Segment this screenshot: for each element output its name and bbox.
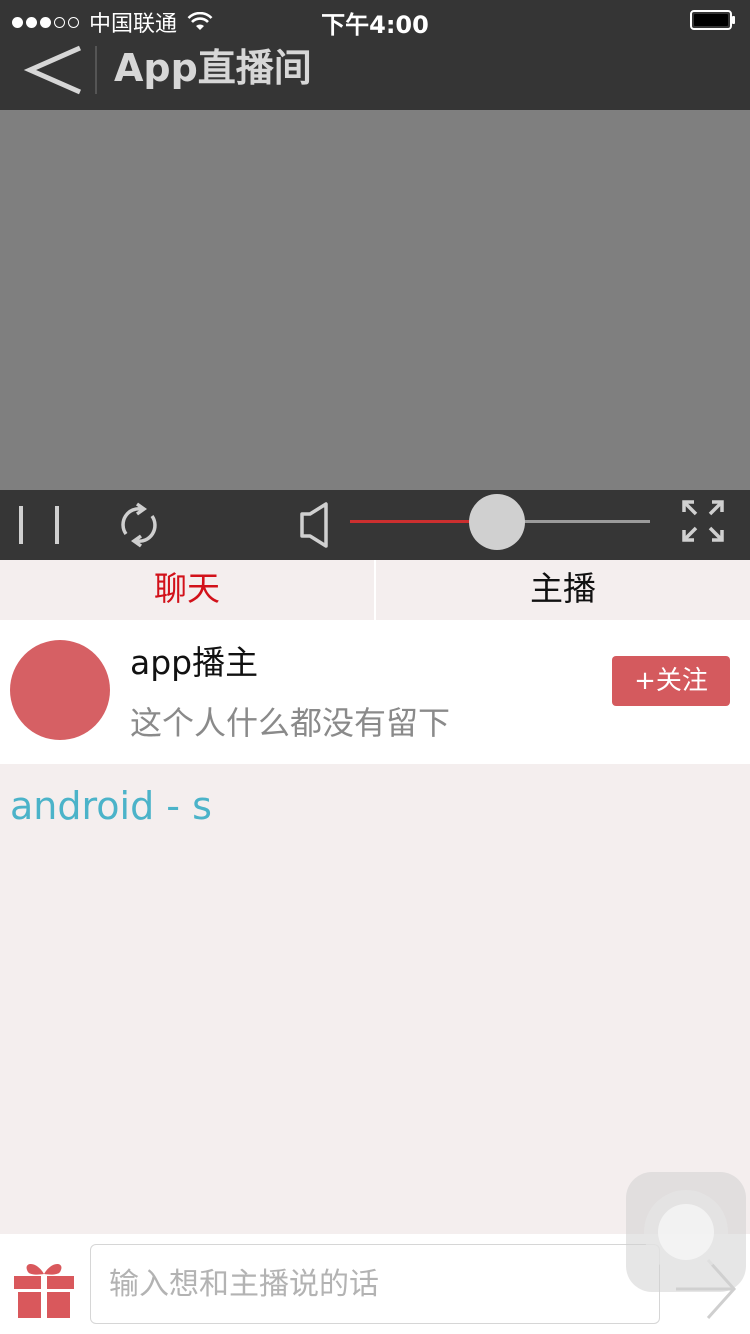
- back-button[interactable]: [18, 40, 90, 100]
- status-time: 下午4:00: [321, 11, 429, 39]
- header-divider: [95, 46, 97, 94]
- gift-icon: [14, 1264, 74, 1318]
- page-title: App直播间: [114, 46, 312, 90]
- host-name: app播主: [130, 643, 259, 682]
- slider-thumb[interactable]: [469, 494, 525, 550]
- pause-button[interactable]: [14, 502, 66, 548]
- speaker-icon: [300, 502, 328, 548]
- assistive-touch-button[interactable]: [626, 1172, 746, 1292]
- player-controls: [0, 490, 750, 560]
- fullscreen-icon: [682, 500, 724, 542]
- pause-icon: [19, 506, 59, 544]
- chevron-left-icon: [23, 45, 82, 95]
- video-player[interactable]: [0, 110, 750, 490]
- fullscreen-button[interactable]: [680, 498, 726, 544]
- gift-button[interactable]: [12, 1256, 76, 1320]
- host-card: app播主 这个人什么都没有留下 +关注: [0, 620, 750, 764]
- battery-icon: [690, 10, 735, 30]
- chat-message: android - s: [10, 784, 212, 828]
- chat-input[interactable]: [90, 1244, 660, 1324]
- host-bio: 这个人什么都没有留下: [130, 704, 451, 742]
- live-room-screen: 中国联通 下午4:00 App直播间 聊天 主播 app播主 这个人什么都没有留…: [0, 0, 750, 1334]
- tab-bar: 聊天 主播: [0, 560, 750, 620]
- chat-list[interactable]: android - s: [0, 764, 750, 1234]
- follow-button[interactable]: +关注: [612, 656, 730, 706]
- refresh-button[interactable]: [112, 500, 166, 550]
- header: App直播间: [0, 40, 750, 110]
- volume-slider[interactable]: [350, 490, 650, 560]
- refresh-icon: [121, 502, 157, 548]
- assistive-touch-center: [658, 1204, 714, 1260]
- status-bar: 中国联通 下午4:00: [0, 0, 750, 40]
- tab-host[interactable]: 主播: [376, 560, 750, 620]
- tab-chat[interactable]: 聊天: [0, 560, 374, 620]
- avatar[interactable]: [10, 640, 110, 740]
- volume-button[interactable]: [292, 498, 338, 552]
